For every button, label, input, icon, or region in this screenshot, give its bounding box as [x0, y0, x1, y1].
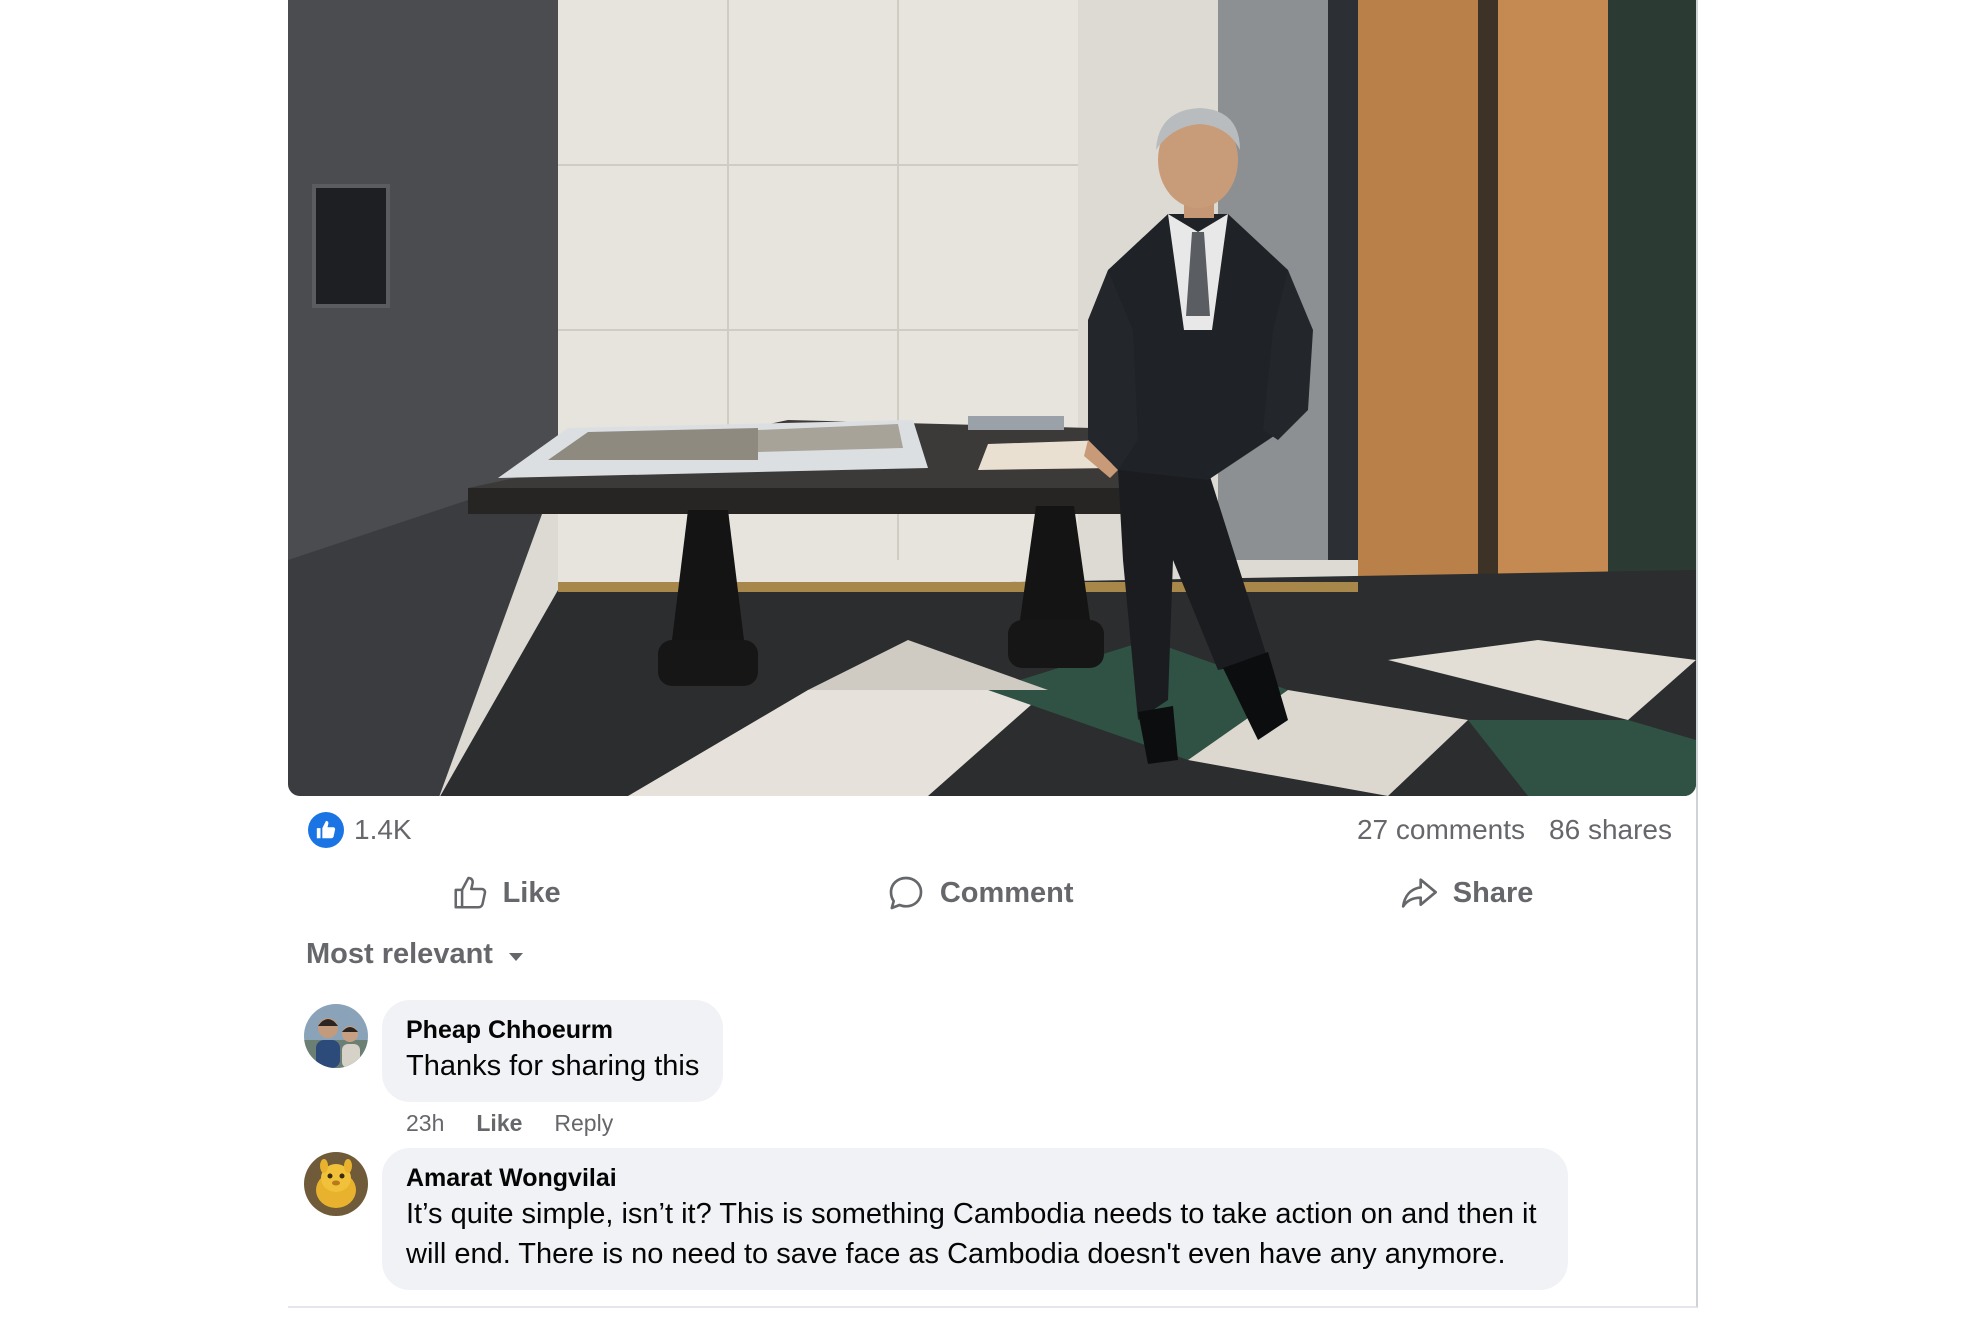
comment-bubble: Amarat Wongvilai It’s quite simple, isn’… [382, 1148, 1568, 1290]
comments-count[interactable]: 27 comments [1357, 814, 1525, 846]
reaction-count: 1.4K [354, 814, 412, 845]
thumbs-up-outline-icon [451, 874, 489, 912]
like-button-label: Like [502, 876, 561, 909]
comment-text: It’s quite simple, isn’t it? This is som… [406, 1198, 1537, 1270]
post-photo[interactable] [288, 0, 1696, 796]
thumbs-up-icon [308, 812, 344, 848]
share-button[interactable]: Share [1369, 867, 1564, 919]
comment-button-label: Comment [939, 876, 1074, 909]
avatar[interactable] [304, 1004, 368, 1068]
speech-bubble-icon [886, 873, 926, 913]
avatar[interactable] [304, 1152, 368, 1216]
shares-count[interactable]: 86 shares [1549, 814, 1672, 846]
like-button[interactable]: Like [421, 868, 591, 918]
comment-item: Pheap Chhoeurm Thanks for sharing this 2… [304, 1000, 724, 1137]
comment-sort-dropdown[interactable]: Most relevant [306, 938, 525, 971]
comment-button[interactable]: Comment [856, 867, 1104, 919]
comment-meta: 23h Like Reply [406, 1110, 723, 1137]
comment-timestamp[interactable]: 23h [406, 1110, 444, 1137]
comment-author[interactable]: Pheap Chhoeurm [406, 1014, 699, 1046]
caret-down-icon [507, 938, 525, 971]
post-actions: Like Comment Share [288, 862, 1696, 924]
share-button-label: Share [1452, 876, 1534, 909]
comment-like-button[interactable]: Like [476, 1110, 522, 1137]
comment-reply-button[interactable]: Reply [554, 1110, 613, 1137]
reactions-summary[interactable]: 1.4K [308, 812, 412, 848]
sort-label: Most relevant [306, 938, 493, 970]
office-photo-illustration [288, 0, 1696, 796]
comment-item: Amarat Wongvilai It’s quite simple, isn’… [304, 1148, 1568, 1290]
comment-author[interactable]: Amarat Wongvilai [406, 1162, 1544, 1194]
facebook-post: 1.4K 27 comments 86 shares Like Comment [288, 0, 1698, 1308]
comment-bubble: Pheap Chhoeurm Thanks for sharing this [382, 1000, 724, 1102]
post-stats: 1.4K 27 comments 86 shares [308, 808, 1672, 852]
comment-text: Thanks for sharing this [406, 1050, 700, 1082]
share-arrow-icon [1399, 873, 1439, 913]
